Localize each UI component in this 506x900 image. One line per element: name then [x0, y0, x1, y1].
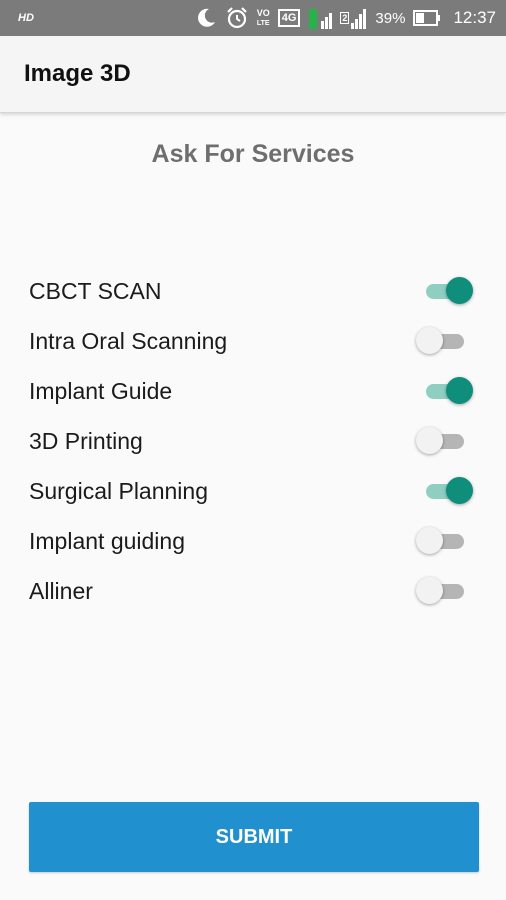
status-bar: HD VO LTE 4G 2 39% 12:37 — [0, 0, 506, 36]
alarm-clock-icon — [225, 6, 249, 30]
service-row-surgical-planning: Surgical Planning — [0, 465, 506, 515]
service-row-implant-guide: Implant Guide — [0, 365, 506, 415]
battery-icon — [413, 10, 441, 26]
moon-icon — [195, 7, 217, 29]
toggle-thumb — [416, 427, 443, 454]
service-label: Implant guiding — [29, 528, 185, 554]
3d-printing-toggle[interactable] — [416, 427, 474, 455]
service-label: 3D Printing — [29, 428, 143, 454]
sim-label: 2 — [340, 12, 350, 24]
service-label: Intra Oral Scanning — [29, 328, 228, 354]
service-row-intra-oral-scanning: Intra Oral Scanning — [0, 315, 506, 365]
volte-bottom-label: LTE — [256, 19, 270, 27]
volte-icon: VO LTE — [256, 7, 270, 28]
app-title: Image 3D — [24, 60, 131, 87]
implant-guiding-toggle[interactable] — [416, 527, 474, 555]
network-4g-icon: 4G — [277, 9, 301, 27]
toggle-thumb — [416, 327, 443, 354]
service-label: Alliner — [29, 578, 93, 604]
battery-percent: 39% — [375, 9, 406, 27]
clock-time: 12:37 — [453, 8, 496, 27]
hd-indicator: HD — [18, 12, 34, 24]
page-heading: Ask For Services — [151, 140, 355, 168]
toggle-thumb — [446, 277, 473, 304]
intra-oral-scanning-toggle[interactable] — [416, 327, 474, 355]
service-label: Surgical Planning — [29, 478, 209, 504]
service-row-3d-printing: 3D Printing — [0, 415, 506, 465]
service-label: CBCT SCAN — [29, 278, 162, 304]
service-label: Implant Guide — [29, 378, 173, 404]
status-icons: VO LTE 4G 2 39% 12:37 — [195, 0, 496, 36]
app-toolbar: Image 3D — [0, 36, 506, 113]
toggle-thumb — [446, 477, 473, 504]
toggle-thumb — [416, 527, 443, 554]
toggle-thumb — [446, 377, 473, 404]
alliner-toggle[interactable] — [416, 577, 474, 605]
signal-icon — [308, 7, 333, 29]
toggle-thumb — [416, 577, 443, 604]
service-row-alliner: Alliner — [0, 565, 506, 615]
implant-guide-toggle[interactable] — [416, 377, 474, 405]
submit-button[interactable]: SUBMIT — [29, 802, 479, 872]
service-row-implant-guiding: Implant guiding — [0, 515, 506, 565]
cbct-scan-toggle[interactable] — [416, 277, 474, 305]
service-row-cbct-scan: CBCT SCAN — [0, 265, 506, 315]
sim2-signal-icon: 2 — [340, 7, 367, 29]
volte-top-label: VO — [256, 7, 270, 18]
surgical-planning-toggle[interactable] — [416, 477, 474, 505]
